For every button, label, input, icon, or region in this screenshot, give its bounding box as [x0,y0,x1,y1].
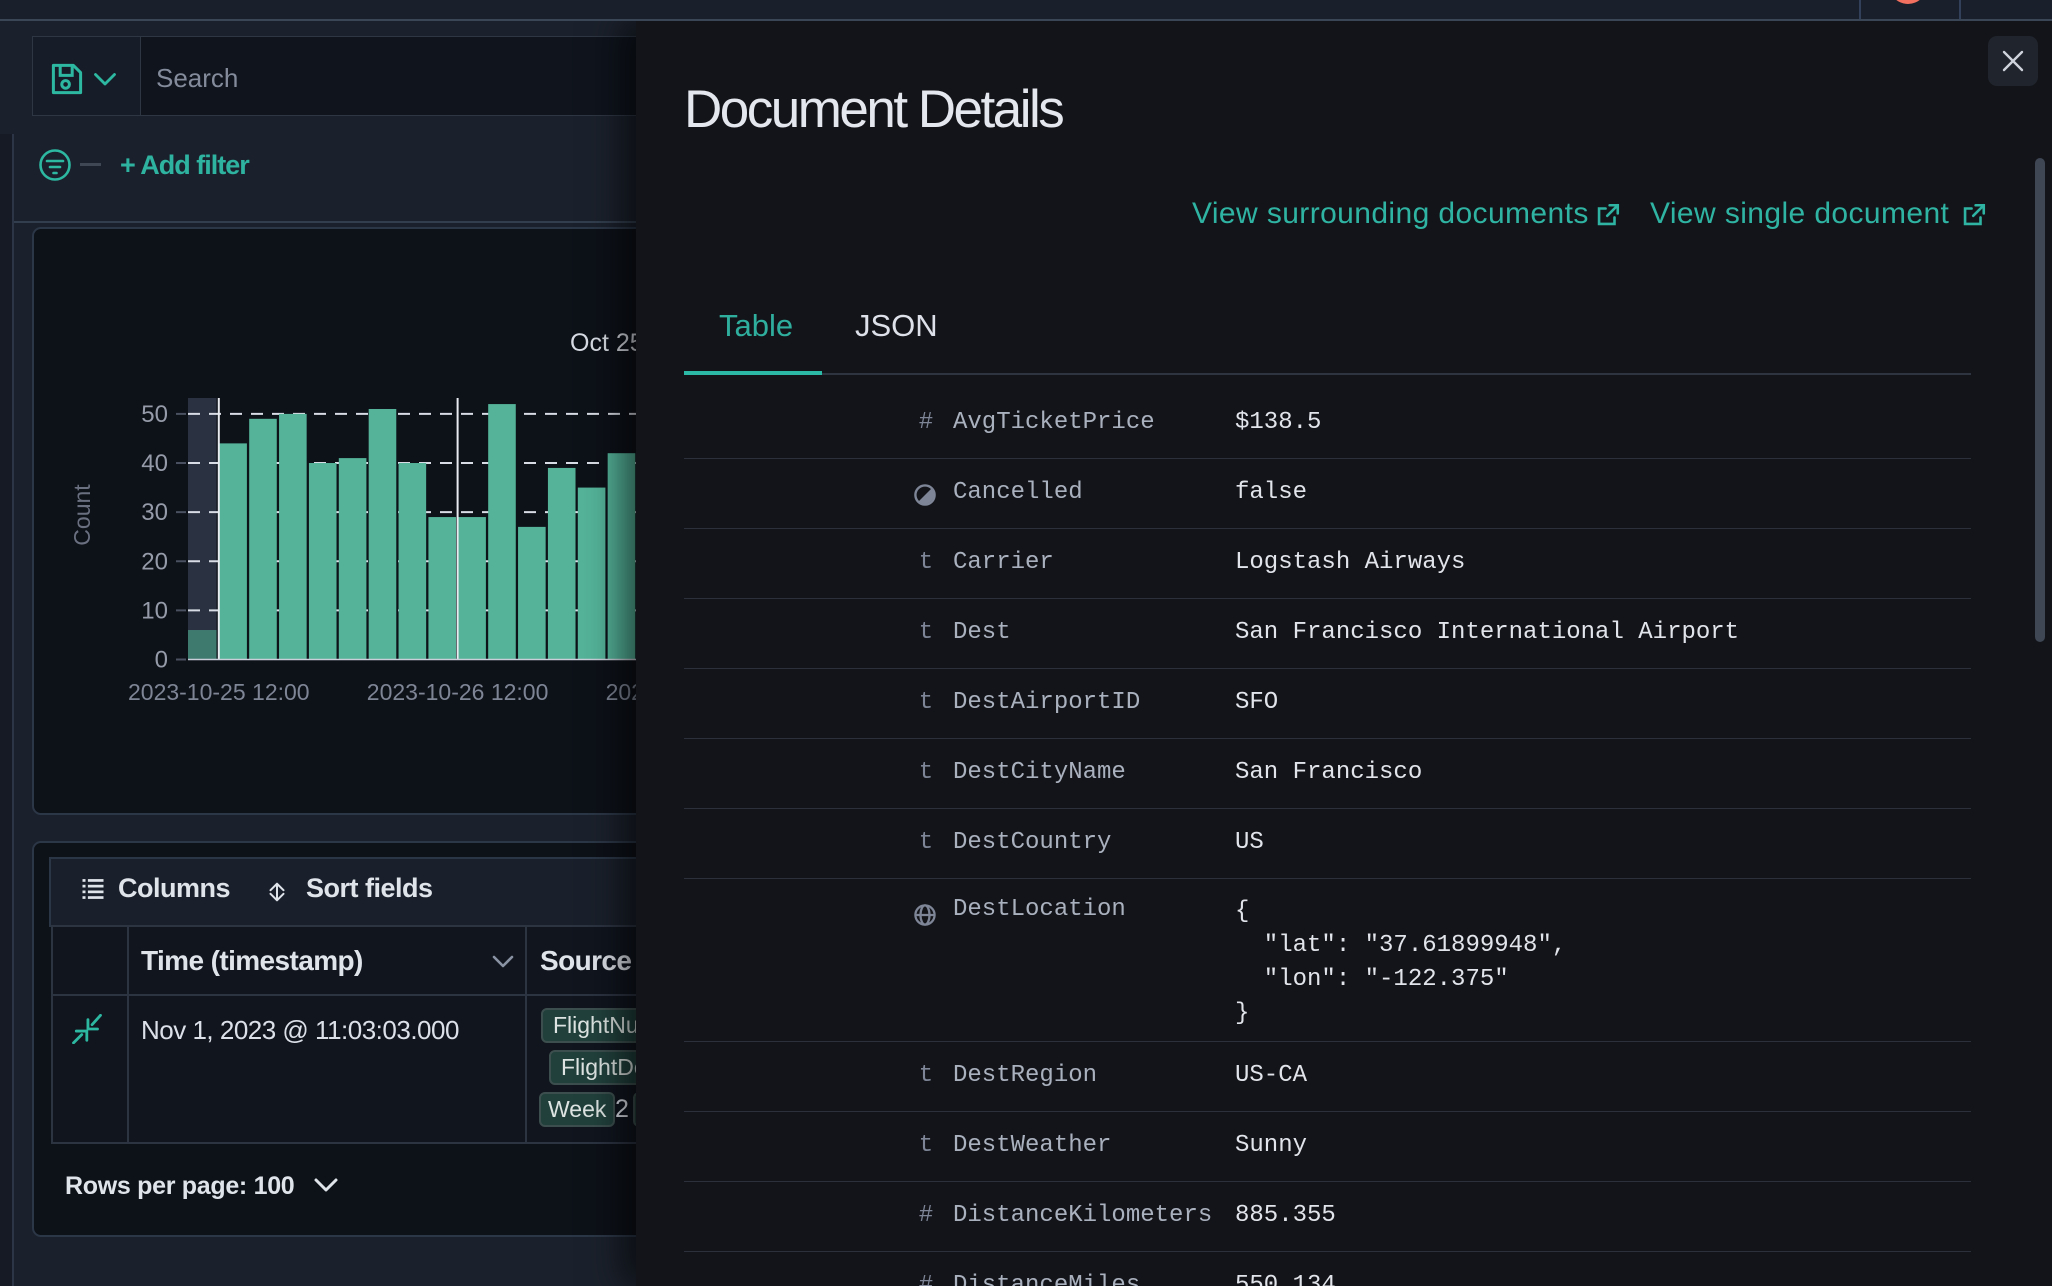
svg-text:30: 30 [141,499,168,526]
svg-text:10: 10 [141,597,168,624]
svg-text:2023-10-26 12:00: 2023-10-26 12:00 [367,679,549,705]
svg-text:0: 0 [155,647,168,674]
svg-text:50: 50 [141,401,168,428]
svg-text:20: 20 [141,548,168,575]
svg-text:Count: Count [69,484,95,546]
svg-text:2023-10-25 12:00: 2023-10-25 12:00 [128,679,310,705]
svg-text:40: 40 [141,450,168,477]
svg-text:2023-10-27 12:00: 2023-10-27 12:00 [606,679,636,705]
